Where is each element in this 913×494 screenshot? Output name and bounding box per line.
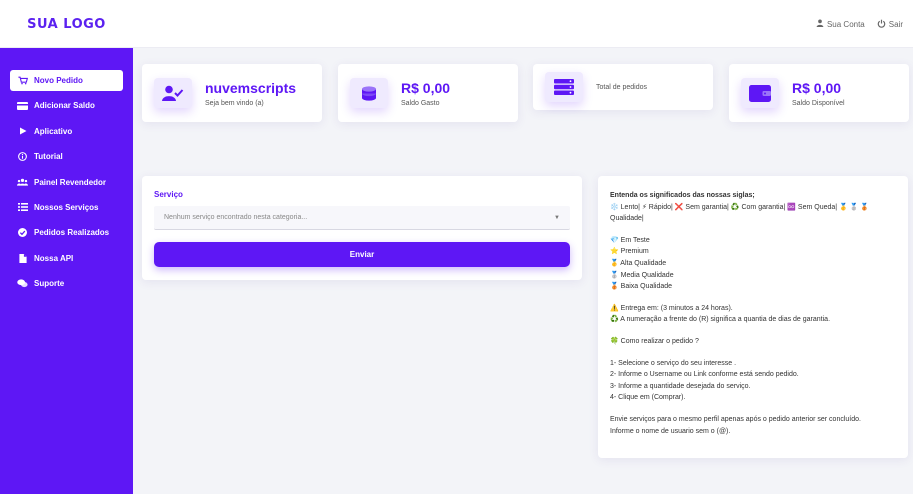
cart-icon xyxy=(17,76,28,85)
stat-card-orders: Total de pedidos xyxy=(533,64,713,110)
info-step: 1- Selecione o serviço do seu interesse … xyxy=(610,359,737,367)
service-label: Serviço xyxy=(154,190,183,199)
sidebar-item-painel-revendedor[interactable]: Painel Revendedor xyxy=(10,172,123,193)
account-label: Sua Conta xyxy=(826,19,865,29)
top-bar: SUA LOGO Sua Conta Sair xyxy=(0,0,913,48)
available-balance-label: Saldo Disponível xyxy=(792,99,845,107)
sidebar-item-aplicativo[interactable]: Aplicativo xyxy=(10,121,123,142)
logo[interactable]: SUA LOGO xyxy=(27,17,106,32)
spent-balance-label: Saldo Gasto xyxy=(401,99,440,107)
spent-balance-value: R$ 0,00 xyxy=(401,79,451,96)
sidebar-item-pedidos-realizados[interactable]: Pedidos Realizados xyxy=(10,222,123,243)
sidebar-item-novo-pedido[interactable]: Novo Pedido xyxy=(10,70,123,91)
sidebar-item-label: Pedidos Realizados xyxy=(34,228,110,238)
info-card: Entenda os significados das nossas sigla… xyxy=(598,176,908,458)
user-icon xyxy=(816,19,824,29)
info-step: 2- Informe o Username ou Link conforme e… xyxy=(610,371,799,379)
available-balance-value: R$ 0,00 xyxy=(792,79,842,96)
list-icon xyxy=(17,203,28,212)
welcome-text: Seja bem vindo (a) xyxy=(205,99,264,107)
sidebar-item-label: Suporte xyxy=(34,279,65,289)
logout-link[interactable]: Sair xyxy=(877,19,903,30)
info-note: ⚠️ Entrega em: (3 minutos a 24 horas). xyxy=(610,304,733,312)
sidebar-item-adicionar-saldo[interactable]: Adicionar Saldo xyxy=(10,95,123,116)
info-howto-title: 🍀 Como realizar o pedido ? xyxy=(610,337,699,345)
info-step: 4- Clique em (Comprar). xyxy=(610,394,686,402)
stat-card-available: R$ 0,00 Saldo Disponível xyxy=(729,64,909,122)
server-icon xyxy=(545,72,583,102)
info-footer: Informe o nome de usuario sem o (@). xyxy=(610,427,731,435)
check-icon xyxy=(17,228,28,238)
service-select[interactable]: Nenhum serviço encontrado nesta categori… xyxy=(154,206,570,230)
total-orders-label: Total de pedidos xyxy=(596,83,647,91)
users-icon xyxy=(17,178,28,186)
sidebar-item-tutorial[interactable]: Tutorial xyxy=(10,146,123,167)
chat-icon xyxy=(17,279,28,288)
logout-label: Sair xyxy=(888,19,903,29)
card-icon xyxy=(17,101,28,110)
sidebar-item-label: Nossa API xyxy=(34,253,74,263)
coins-icon xyxy=(350,78,388,108)
sidebar-item-label: Adicionar Saldo xyxy=(34,101,95,111)
info-footer: Envie serviços para o mesmo perfil apena… xyxy=(610,415,861,423)
sidebar: Novo Pedido Adicionar Saldo Aplicativo T… xyxy=(0,48,133,494)
info-step: 3- Informe a quantidade desejada do serv… xyxy=(610,382,751,390)
submit-button[interactable]: Enviar xyxy=(154,242,570,267)
file-icon xyxy=(17,253,28,263)
info-type-item: 🥈 Media Qualidade xyxy=(610,271,674,279)
power-icon xyxy=(877,19,886,30)
info-type-item: 🥇 Alta Qualidade xyxy=(610,259,667,267)
info-type-item: 🥉 Baixa Qualidade xyxy=(610,283,673,291)
service-select-value: Nenhum serviço encontrado nesta categori… xyxy=(164,214,308,221)
info-title: Entenda os significados das nossas sigla… xyxy=(610,192,755,199)
user-check-icon xyxy=(154,78,192,108)
info-legend: ❄️ Lento| ⚡ Rápido| ❌ Sem garantia| ♻️ C… xyxy=(610,203,870,223)
account-link[interactable]: Sua Conta xyxy=(816,19,865,29)
sidebar-item-nossos-servicos[interactable]: Nossos Serviços xyxy=(10,197,123,218)
caret-down-icon: ▼ xyxy=(554,214,560,221)
stat-card-user: nuvemscripts Seja bem vindo (a) xyxy=(142,64,322,122)
order-form: Serviço Nenhum serviço encontrado nesta … xyxy=(142,176,582,280)
sidebar-item-label: Painel Revendedor xyxy=(34,177,107,187)
logo-area: SUA LOGO xyxy=(0,0,133,48)
info-type-item: ⭐ Premium xyxy=(610,248,649,256)
play-icon xyxy=(17,127,28,135)
sidebar-item-label: Tutorial xyxy=(34,152,63,162)
sidebar-item-label: Nossos Serviços xyxy=(34,202,99,212)
top-right-links: Sua Conta Sair xyxy=(816,0,903,48)
wallet-icon xyxy=(741,78,779,108)
info-note: ♻️ A numeração a frente do (R) significa… xyxy=(610,316,831,324)
sidebar-item-label: Aplicativo xyxy=(34,126,73,136)
sidebar-item-label: Novo Pedido xyxy=(34,76,83,85)
info-type-item: 💎 Em Teste xyxy=(610,236,650,244)
username: nuvemscripts xyxy=(205,79,297,96)
sidebar-item-suporte[interactable]: Suporte xyxy=(10,273,123,294)
info-icon xyxy=(17,152,28,162)
sidebar-item-nossa-api[interactable]: Nossa API xyxy=(10,248,123,269)
stat-card-spent: R$ 0,00 Saldo Gasto xyxy=(338,64,518,122)
